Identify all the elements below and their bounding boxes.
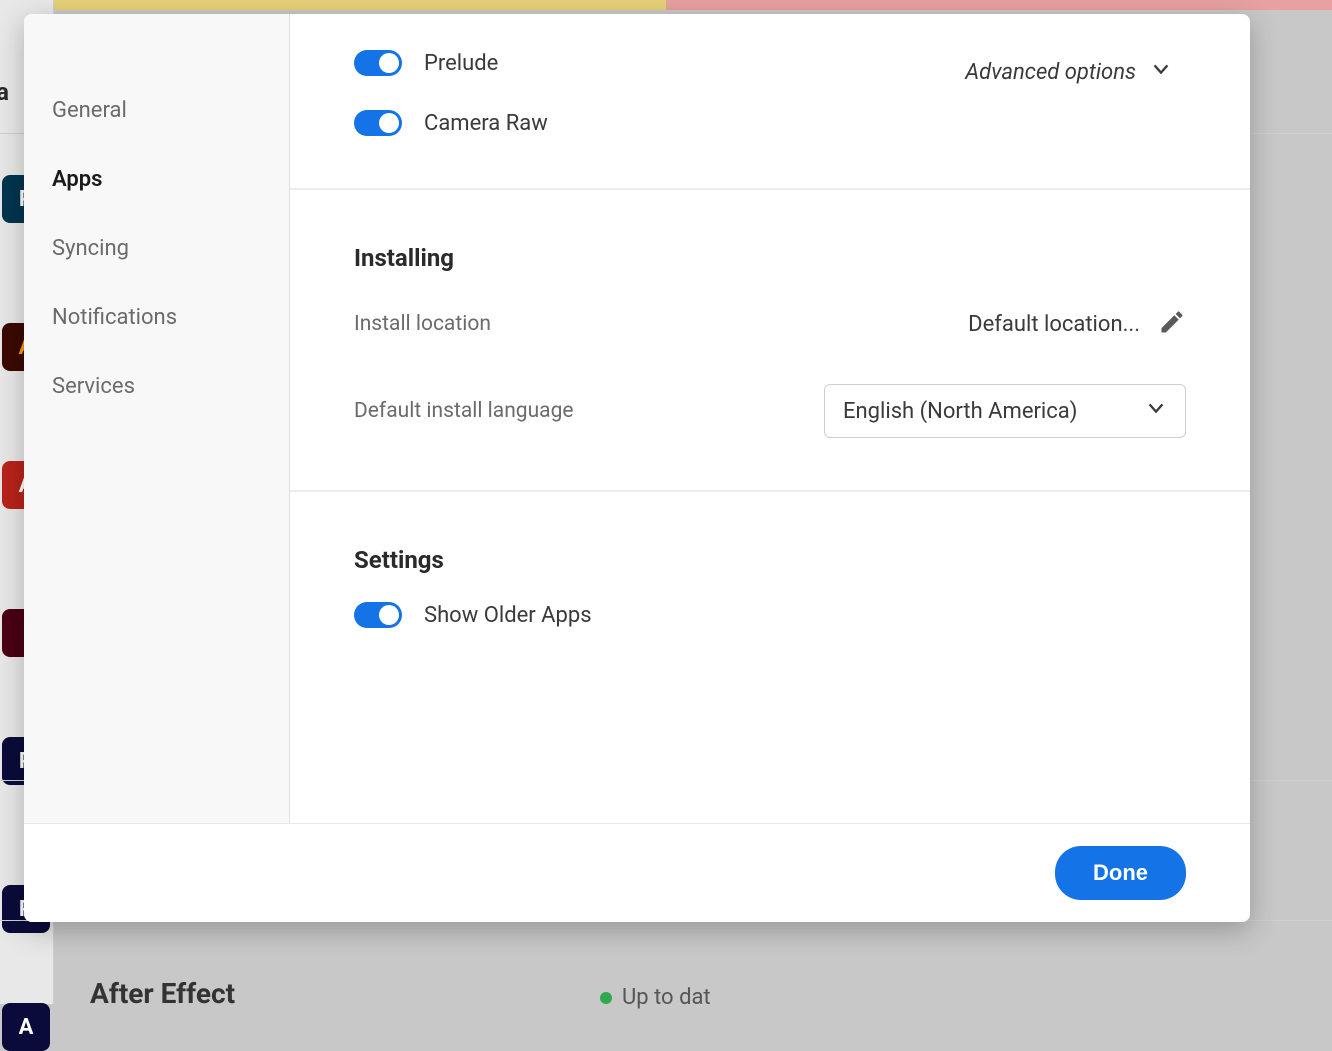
section-title-settings: Settings <box>354 546 1186 574</box>
sidebar-item-label: Apps <box>52 167 102 192</box>
section-installing: Installing Install location Default loca… <box>290 190 1250 492</box>
toggle-row-show-older: Show Older Apps <box>354 602 1186 628</box>
sidebar: General Apps Syncing Notifications Servi… <box>24 14 290 823</box>
toggle-label: Prelude <box>424 51 498 76</box>
background-status: Up to dat <box>600 985 711 1010</box>
install-location-value-group: Default location... <box>968 308 1186 340</box>
toggle-label: Show Older Apps <box>424 603 592 628</box>
install-location-label: Install location <box>354 312 491 336</box>
pencil-icon[interactable] <box>1158 308 1186 340</box>
toggle-prelude[interactable] <box>354 50 402 76</box>
section-settings: Settings Show Older Apps <box>290 492 1250 680</box>
status-dot-icon <box>600 992 612 1004</box>
sidebar-item-services[interactable]: Services <box>24 352 289 421</box>
sidebar-item-label: Notifications <box>52 305 177 330</box>
chevron-down-icon <box>1150 58 1172 86</box>
sidebar-item-label: Services <box>52 374 135 399</box>
toggle-show-older-apps[interactable] <box>354 602 402 628</box>
modal-footer: Done <box>24 823 1250 922</box>
row-install-location: Install location Default location... <box>354 300 1186 348</box>
sidebar-item-apps[interactable]: Apps <box>24 145 289 214</box>
install-location-value: Default location... <box>968 312 1140 337</box>
section-title-installing: Installing <box>354 244 1186 272</box>
toggle-label: Camera Raw <box>424 111 548 136</box>
sidebar-item-label: Syncing <box>52 236 129 261</box>
toggle-row-camera-raw: Camera Raw <box>354 110 1186 136</box>
background-top-strip <box>0 0 1332 10</box>
content-area: Advanced options Prelude Camera Raw Inst… <box>290 14 1250 823</box>
modal-body: General Apps Syncing Notifications Servi… <box>24 14 1250 823</box>
advanced-options-label: Advanced options <box>965 60 1136 85</box>
section-auto-update: Advanced options Prelude Camera Raw <box>290 14 1250 190</box>
toggle-camera-raw[interactable] <box>354 110 402 136</box>
sidebar-item-syncing[interactable]: Syncing <box>24 214 289 283</box>
row-install-language: Default install language English (North … <box>354 384 1186 438</box>
advanced-options-link[interactable]: Advanced options <box>965 58 1172 86</box>
bg-app-icon-ae: A <box>2 1003 50 1051</box>
background-partial-text: ta <box>0 78 9 106</box>
done-button[interactable]: Done <box>1055 846 1186 900</box>
preferences-modal: General Apps Syncing Notifications Servi… <box>24 14 1250 922</box>
background-bottom-app-name: After Effect <box>90 977 235 1010</box>
language-select-value: English (North America) <box>843 399 1077 424</box>
sidebar-item-notifications[interactable]: Notifications <box>24 283 289 352</box>
background-status-text: Up to dat <box>622 985 711 1010</box>
language-select[interactable]: English (North America) <box>824 384 1186 438</box>
sidebar-item-general[interactable]: General <box>24 76 289 145</box>
chevron-down-icon <box>1145 397 1167 425</box>
install-language-label: Default install language <box>354 399 574 423</box>
sidebar-item-label: General <box>52 98 127 123</box>
